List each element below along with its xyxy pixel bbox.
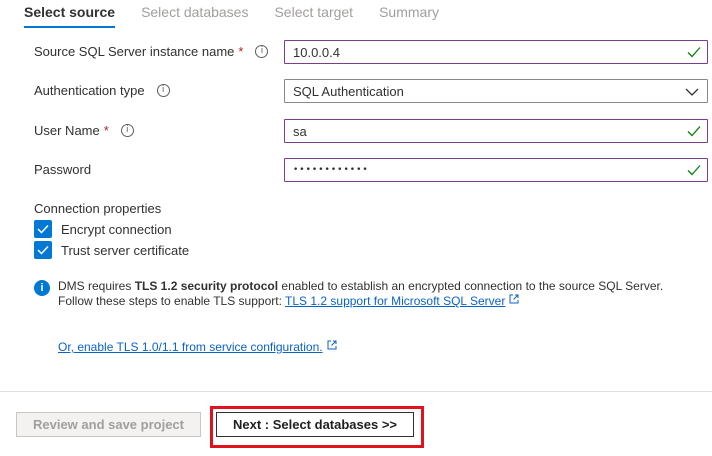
info-icon[interactable]: i [156,84,170,97]
wizard-tabs: Select source Select databases Select ta… [24,4,465,30]
checkbox-checked-icon[interactable] [34,220,52,238]
chevron-down-icon [685,88,699,96]
connection-properties-title: Connection properties [34,201,162,216]
password-row: Password •••••••••••• [34,158,708,182]
auth-type-row: Authentication type i SQL Authentication [34,79,708,103]
trust-certificate-label: Trust server certificate [61,242,190,258]
valid-check-icon [687,47,701,58]
server-name-label: Source SQL Server instance name * i [34,44,269,59]
password-input[interactable]: •••••••••••• [284,158,708,182]
user-name-input[interactable]: sa [284,119,708,143]
external-link-icon [327,340,337,350]
info-icon: i [34,280,50,296]
server-name-input[interactable]: 10.0.0.4 [284,40,708,64]
footer-divider [0,391,712,392]
tab-select-databases[interactable]: Select databases [141,4,248,30]
encrypt-connection-label: Encrypt connection [61,221,172,237]
external-link-icon [509,294,519,304]
auth-type-label: Authentication type i [34,83,170,98]
tls-support-link[interactable]: TLS 1.2 support for Microsoft SQL Server [285,294,505,308]
valid-check-icon [687,165,701,176]
enable-tls-config-link[interactable]: Or, enable TLS 1.0/1.1 from service conf… [58,340,337,354]
trust-certificate-checkbox[interactable]: Trust server certificate [34,241,189,259]
checkbox-checked-icon[interactable] [34,241,52,259]
info-icon[interactable]: i [255,45,269,58]
required-marker: * [238,44,244,59]
auth-type-dropdown[interactable]: SQL Authentication [284,79,708,103]
user-name-label: User Name * i [34,123,134,138]
user-name-row: User Name * i sa [34,119,708,143]
password-label: Password [34,162,92,177]
next-select-databases-button[interactable]: Next : Select databases >> [216,412,414,437]
notice-line-2: Follow these steps to enable TLS support… [58,294,663,309]
review-and-save-button[interactable]: Review and save project [16,412,201,437]
tab-select-target[interactable]: Select target [274,4,353,30]
tab-summary[interactable]: Summary [379,4,439,30]
encrypt-connection-checkbox[interactable]: Encrypt connection [34,220,172,238]
valid-check-icon [687,126,701,137]
tab-select-source[interactable]: Select source [24,4,116,30]
server-name-row: Source SQL Server instance name * i 10.0… [34,40,708,64]
notice-line-1: DMS requires TLS 1.2 security protocol e… [58,279,664,293]
required-marker: * [103,123,109,138]
info-icon[interactable]: i [120,124,134,137]
